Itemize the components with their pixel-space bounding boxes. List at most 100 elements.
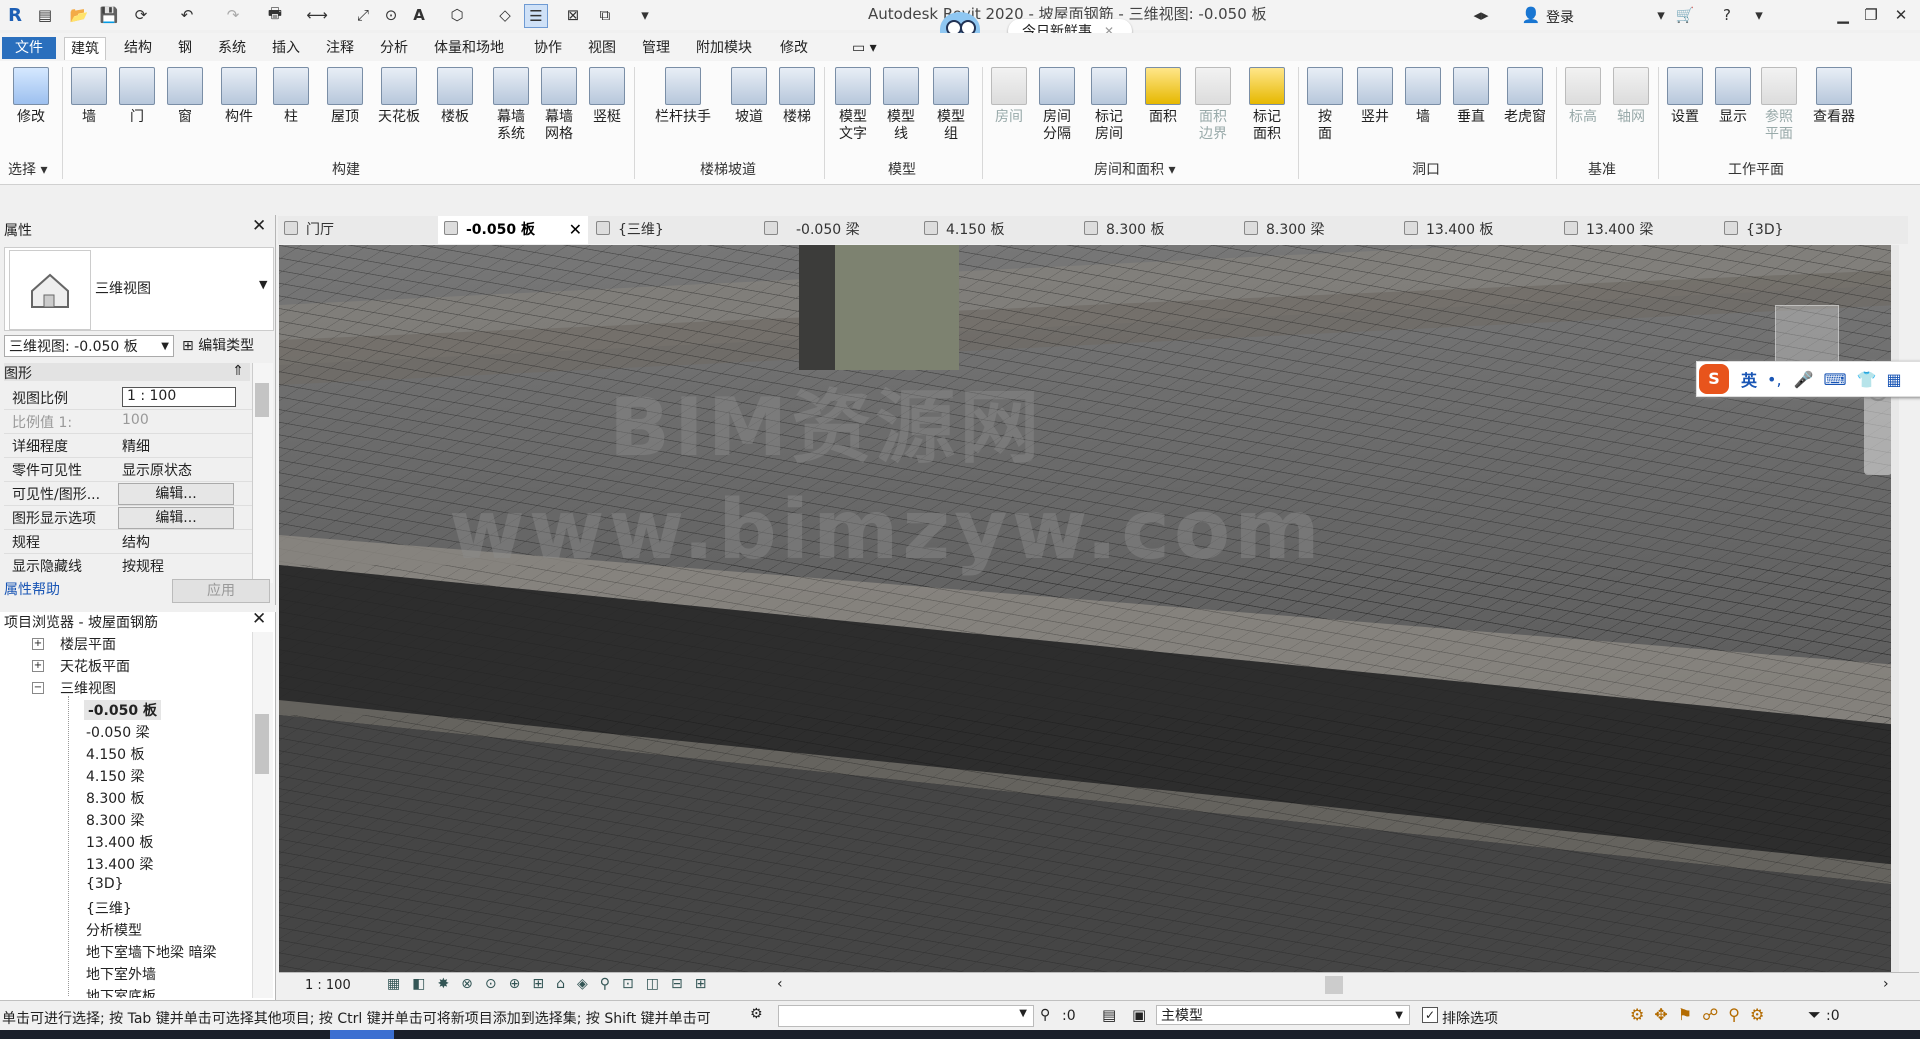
modify-button[interactable]: 修改 [8, 67, 54, 126]
view-tab[interactable]: 13.400 梁 [1564, 216, 1653, 244]
punctuation-icon[interactable]: •, [1767, 370, 1782, 389]
view-tab[interactable]: 门厅 [284, 216, 334, 244]
type-selector[interactable]: 三维视图 ▼ [4, 247, 274, 331]
area-button[interactable]: 面积 [1140, 67, 1186, 126]
3d-viewport[interactable]: BIM资源网 www.bimzyw.com [279, 245, 1899, 972]
revit-logo-icon[interactable]: R [4, 4, 26, 26]
tag-room-button[interactable]: 标记 房间 [1086, 67, 1132, 143]
room-button[interactable]: 房间 [986, 67, 1032, 126]
tree-item[interactable]: 三维视图 [60, 678, 116, 698]
tree-item[interactable]: 13.400 梁 [86, 854, 153, 874]
save-icon[interactable]: 💾 [98, 4, 120, 26]
level-button[interactable]: 标高 [1560, 67, 1606, 126]
properties-help-link[interactable]: 属性帮助 [4, 579, 60, 599]
set-button[interactable]: 设置 [1662, 67, 1708, 126]
minimize-icon[interactable]: ▁ [1832, 4, 1854, 26]
scale-readout[interactable]: 1 : 100 [305, 978, 351, 993]
ramp-button[interactable]: 坡道 [726, 67, 772, 126]
tab-insert[interactable]: 插入 [266, 37, 306, 59]
view-tab[interactable]: -0.050 梁 [764, 216, 860, 244]
close-icon[interactable]: ✕ [252, 609, 266, 629]
browser-scrollbar[interactable] [252, 632, 273, 998]
filter-icon[interactable]: ⏷ [1808, 1005, 1821, 1025]
cart-icon[interactable]: 🛒 [1674, 4, 1696, 26]
tree-item[interactable]: 13.400 板 [86, 832, 153, 852]
expand-icon[interactable]: + [32, 660, 44, 672]
redo-icon[interactable]: ↷ [222, 4, 244, 26]
close-window-icon[interactable]: ✕ [1890, 4, 1912, 26]
help-dropdown-icon[interactable]: ▾ [1748, 4, 1770, 26]
collapse-icon[interactable]: − [32, 682, 44, 694]
tree-item[interactable]: -0.050 梁 [86, 722, 150, 742]
section-icon[interactable]: ◇ [494, 4, 516, 26]
room-separator-button[interactable]: 房间 分隔 [1034, 67, 1080, 143]
prop-row[interactable]: 零件可见性 显示原状态 [4, 457, 252, 481]
3d-view-icon[interactable]: ⬡ [446, 4, 468, 26]
tree-item[interactable]: {3D} [86, 876, 124, 892]
tab-massing[interactable]: 体量和场地 [428, 37, 510, 59]
text-icon[interactable]: A [408, 4, 430, 26]
viewer-button[interactable]: 查看器 [1806, 67, 1862, 126]
tree-item[interactable]: {三维} [86, 898, 132, 918]
taskbar-active-app[interactable] [330, 1030, 394, 1039]
tree-item[interactable]: 4.150 板 [86, 744, 145, 764]
tab-view[interactable]: 视图 [582, 37, 622, 59]
workset-dropdown[interactable]: ▼ [778, 1005, 1034, 1027]
workset-icon[interactable]: ⚙ [750, 1006, 763, 1022]
view-instance-selector[interactable]: 三维视图: -0.050 板 ▼ [4, 335, 174, 357]
curtain-grid-button[interactable]: 幕墙 网格 [536, 67, 582, 143]
tab-analyze[interactable]: 分析 [374, 37, 414, 59]
view-tab[interactable]: 13.400 板 [1404, 216, 1493, 244]
prop-row[interactable]: 详细程度 精细 [4, 433, 252, 457]
tab-systems[interactable]: 系统 [212, 37, 252, 59]
ribbon-toggle-icon[interactable]: ▭ ▾ [846, 37, 883, 59]
tree-item[interactable]: 地下室外墙 [86, 964, 156, 984]
info-center-icon[interactable]: ▤ [34, 4, 56, 26]
thin-lines-icon[interactable]: ☰ [524, 4, 548, 28]
close-icon[interactable]: ✕ [569, 216, 582, 244]
help-icon[interactable]: ? [1716, 4, 1738, 26]
view-tab[interactable]: 4.150 板 [924, 216, 1005, 244]
prop-row[interactable]: 视图比例 1 : 100 [4, 385, 252, 409]
panel-room-area[interactable]: 房间和面积 ▾ [1094, 159, 1175, 179]
view-tab[interactable]: 8.300 梁 [1244, 216, 1325, 244]
window-button[interactable]: 窗 [162, 67, 208, 126]
print-icon[interactable]: 🖶 [264, 4, 286, 26]
keyboard-icon[interactable]: ⌨ [1823, 370, 1846, 389]
measure-icon[interactable]: ⟷ [306, 4, 328, 26]
viewport-scrollbar[interactable] [1891, 245, 1899, 972]
model-text-button[interactable]: 模型 文字 [830, 67, 876, 143]
roof-button[interactable]: 屋顶 [322, 67, 368, 126]
view-tab[interactable]: 8.300 板 [1084, 216, 1165, 244]
model-line-button[interactable]: 模型 线 [878, 67, 924, 143]
railing-button[interactable]: 栏杆扶手 [652, 67, 714, 126]
viewcube-icon[interactable] [1775, 305, 1839, 365]
tab-annotate[interactable]: 注释 [320, 37, 360, 59]
tree-item[interactable]: 天花板平面 [60, 656, 130, 676]
floor-button[interactable]: 楼板 [432, 67, 478, 126]
tab-file[interactable]: 文件 [2, 37, 56, 59]
prop-row[interactable]: 规程 结构 [4, 529, 252, 553]
prop-row[interactable]: 显示隐藏线 按规程 [4, 553, 252, 577]
show-button[interactable]: 显示 [1710, 67, 1756, 126]
column-button[interactable]: 柱 [268, 67, 314, 126]
ref-plane-button[interactable]: 参照 平面 [1756, 67, 1802, 143]
mullion-button[interactable]: 竖梃 [584, 67, 630, 126]
login-link[interactable]: 登录 [1546, 7, 1574, 27]
design-options-icon[interactable]: ▤ [1102, 1006, 1116, 1024]
view-tab[interactable]: {三维} [596, 216, 664, 244]
tree-item[interactable]: 8.300 梁 [86, 810, 145, 830]
dimension-icon[interactable]: ⤢ [352, 4, 374, 26]
mic-icon[interactable]: 🎤 [1794, 370, 1814, 389]
curtain-system-button[interactable]: 幕墙 系统 [488, 67, 534, 143]
nav-arrows-icon[interactable]: ◂▸ [1470, 4, 1492, 26]
view-scale-field[interactable]: 1 : 100 [122, 387, 236, 407]
selection-option-icons[interactable]: ⚙✥⚑☍⚲⚙ [1630, 1005, 1774, 1024]
tree-item-active[interactable]: -0.050 板 [84, 700, 161, 720]
switch-windows-icon[interactable]: ⧉ [594, 4, 616, 26]
skin-icon[interactable]: 👕 [1857, 370, 1877, 389]
editable-only-icon[interactable]: ⚲ [1040, 1007, 1050, 1023]
view-control-icons[interactable]: ▦◧✸⊗⊙⊕⊞⌂◈⚲⊡◫⊟⊞ [387, 976, 718, 992]
tag-area-button[interactable]: 标记 面积 [1244, 67, 1290, 143]
tree-item[interactable]: 分析模型 [86, 920, 142, 940]
